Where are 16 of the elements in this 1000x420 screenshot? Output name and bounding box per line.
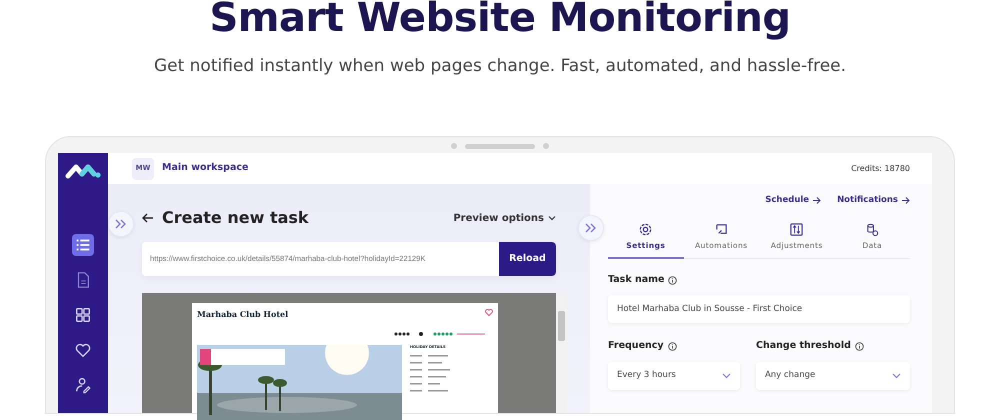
- reload-button[interactable]: Reload: [499, 242, 556, 276]
- nav-link[interactable]: Schedule: [765, 194, 822, 207]
- site-title: Marhaba Club Hotel: [197, 309, 288, 319]
- nav-link[interactable]: Notifications: [837, 194, 910, 207]
- threshold-select[interactable]: Any change: [756, 362, 910, 390]
- hero-title: Smart Website Monitoring: [208, 0, 792, 40]
- page-title: Create new task: [162, 207, 309, 229]
- workspace-name[interactable]: Main workspace: [162, 161, 248, 176]
- credits-text: Credits: 18780: [851, 162, 910, 174]
- task-name-field[interactable]: Hotel Marhaba Club in Sousse - First Choice: [608, 295, 910, 324]
- preview-options-dropdown[interactable]: Preview options: [453, 210, 556, 226]
- hero-subtitle: Get notified instantly when web pages change. Fast, automated, and hassle-free.: [154, 56, 846, 76]
- frequency-select[interactable]: Every 3 hours: [608, 362, 740, 390]
- field-label: Frequency: [608, 339, 664, 354]
- field-label: Change threshold: [756, 339, 851, 354]
- field-label: Task name: [608, 273, 664, 288]
